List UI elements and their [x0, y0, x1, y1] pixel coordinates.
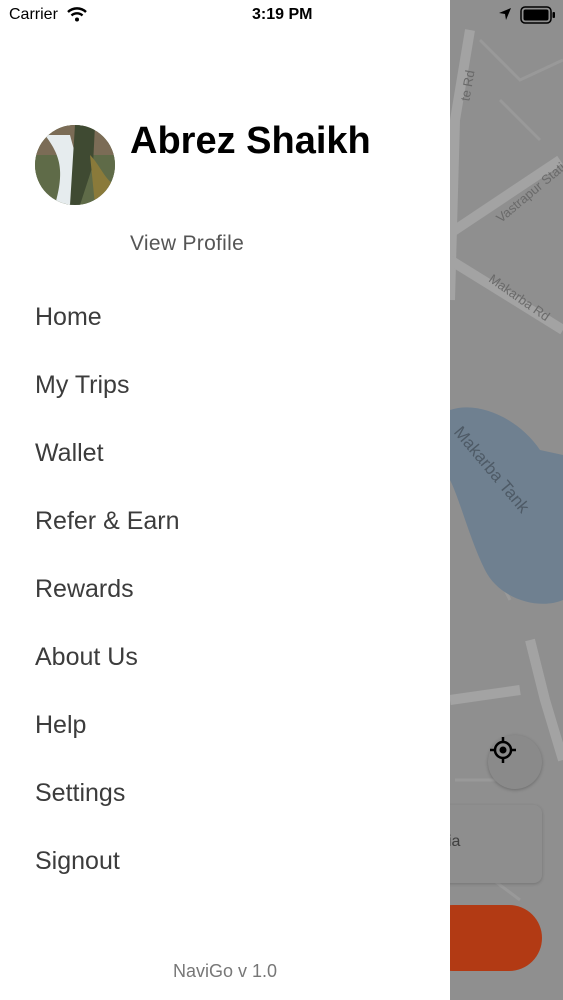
menu-item-help[interactable]: Help	[35, 704, 180, 772]
battery-icon	[520, 6, 555, 24]
view-profile-link[interactable]: View Profile	[130, 232, 244, 256]
menu-item-settings[interactable]: Settings	[35, 772, 180, 840]
status-time: 3:19 PM	[252, 6, 313, 23]
carrier-label: Carrier	[9, 6, 58, 23]
wifi-icon	[67, 7, 87, 22]
menu-item-rewards[interactable]: Rewards	[35, 568, 180, 636]
menu-item-about-us[interactable]: About Us	[35, 636, 180, 704]
menu-item-home[interactable]: Home	[35, 296, 180, 364]
avatar-image	[35, 125, 115, 205]
drawer-menu: Home My Trips Wallet Refer & Earn Reward…	[35, 296, 180, 908]
side-drawer: Abrez Shaikh View Profile Home My Trips …	[0, 0, 450, 1000]
menu-item-my-trips[interactable]: My Trips	[35, 364, 180, 432]
profile-name: Abrez Shaikh	[130, 120, 371, 162]
menu-item-signout[interactable]: Signout	[35, 840, 180, 908]
locate-button[interactable]	[488, 735, 542, 789]
menu-item-refer-earn[interactable]: Refer & Earn	[35, 500, 180, 568]
menu-item-wallet[interactable]: Wallet	[35, 432, 180, 500]
location-arrow-icon	[499, 8, 511, 20]
locate-icon	[490, 737, 516, 763]
avatar[interactable]	[35, 125, 115, 205]
app-version: NaviGo v 1.0	[172, 961, 278, 981]
destination-input[interactable]: ia	[440, 805, 542, 883]
status-bar: Carrier 3:19 PM	[0, 0, 563, 30]
